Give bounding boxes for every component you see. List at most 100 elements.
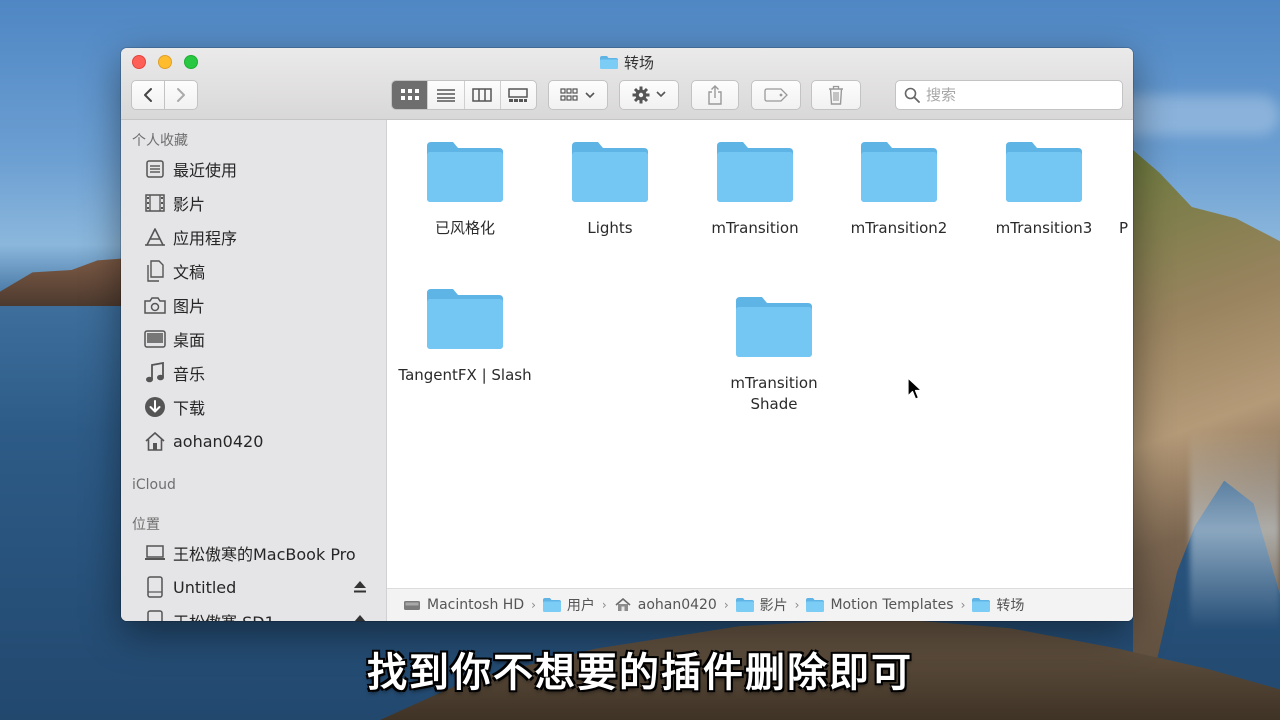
- sidebar-item-movies[interactable]: 影片: [143, 188, 205, 218]
- sidebar-item-label: 图片: [173, 297, 206, 316]
- chevron-right-icon: ›: [723, 598, 729, 612]
- folder-label: mTransition Shade: [730, 374, 818, 413]
- sidebar-item-label: 音乐: [173, 365, 206, 384]
- desktop-surf: [1190, 430, 1280, 630]
- recents-icon: [143, 157, 167, 181]
- home-icon: [143, 429, 167, 453]
- icon-view-button[interactable]: [392, 81, 429, 109]
- gear-icon: [632, 86, 666, 104]
- sidebar-item-label: 应用程序: [173, 229, 238, 248]
- folder-icon: [972, 598, 991, 612]
- view-mode-segmented-control: [391, 80, 537, 110]
- desktop-island: [0, 258, 130, 306]
- search-input[interactable]: [926, 86, 1116, 104]
- favorites-header: 个人收藏: [132, 133, 188, 149]
- sidebar-item-pictures[interactable]: 图片: [143, 290, 205, 320]
- eject-icon[interactable]: [353, 614, 367, 621]
- sidebar-item-downloads[interactable]: 下载: [143, 392, 205, 422]
- chevron-right-icon: [177, 88, 185, 102]
- column-view-button[interactable]: [465, 81, 501, 109]
- sidebar-item-label: 影片: [173, 195, 206, 214]
- downloads-icon: [143, 395, 167, 419]
- title-folder-icon: [599, 56, 618, 69]
- folder-item[interactable]: mTransition: [685, 140, 825, 239]
- path-crumb-label: Macintosh HD: [427, 597, 525, 613]
- tags-button[interactable]: [751, 80, 801, 110]
- search-field[interactable]: [895, 80, 1123, 110]
- back-button[interactable]: [131, 80, 165, 110]
- icloud-header: iCloud: [132, 477, 176, 493]
- documents-icon: [143, 259, 167, 283]
- folder-label: P: [1119, 219, 1129, 237]
- locations-header: 位置: [132, 517, 160, 533]
- sidebar-item-label: 王松傲寒的MacBook Pro: [173, 545, 356, 564]
- gallery-icon: [508, 88, 529, 102]
- video-subtitle: 找到你不想要的插件删除即可: [367, 650, 913, 696]
- sidebar-item-macbook[interactable]: 王松傲寒的MacBook Pro: [143, 538, 356, 568]
- group-grid-icon: [560, 88, 595, 101]
- sidebar-item-untitled[interactable]: Untitled: [143, 572, 236, 602]
- path-crumb-label: 用户: [566, 598, 595, 614]
- finder-window: 转场 搜索 个人收藏 最近使用 影片 应用程序 文稿 图片 桌面 音乐 下载 a…: [121, 48, 1133, 621]
- folder-item[interactable]: mTransition Shade: [704, 295, 844, 415]
- folder-label: mTransition3: [995, 219, 1093, 237]
- share-icon: [708, 85, 722, 105]
- path-crumb-movies[interactable]: 影片 ›: [735, 595, 807, 615]
- sidebar-item-home[interactable]: aohan0420: [143, 426, 263, 456]
- list-view-button[interactable]: [428, 81, 465, 109]
- group-by-button[interactable]: [548, 80, 608, 110]
- folder-icon: [427, 289, 503, 349]
- folder-icon: [572, 142, 648, 202]
- folder-item-partial[interactable]: P: [1119, 140, 1133, 239]
- movies-icon: [143, 191, 167, 215]
- folder-label: 已风格化: [434, 219, 495, 237]
- path-crumb-users[interactable]: 用户 ›: [542, 595, 614, 615]
- sidebar-item-label: 最近使用: [173, 161, 238, 180]
- folder-icon: [806, 598, 825, 612]
- drive-icon: [143, 609, 167, 621]
- folder-icon: [427, 142, 503, 202]
- eject-icon[interactable]: [353, 580, 367, 594]
- search-icon: [904, 87, 920, 103]
- share-button[interactable]: [691, 80, 739, 110]
- path-crumb-motion-templates[interactable]: Motion Templates ›: [806, 597, 972, 613]
- path-crumb-label: 转场: [996, 598, 1025, 614]
- action-button[interactable]: [619, 80, 679, 110]
- sidebar-item-documents[interactable]: 文稿: [143, 256, 205, 286]
- trash-icon: [829, 85, 843, 105]
- path-crumb-macintosh-hd[interactable]: Macintosh HD ›: [403, 597, 543, 613]
- music-icon: [143, 361, 167, 385]
- folder-label: mTransition: [711, 219, 799, 237]
- applications-icon: [143, 225, 167, 249]
- path-bar: Macintosh HD › 用户 › aohan0420 › 影片 › Mot…: [387, 588, 1133, 621]
- sidebar-item-sd-card[interactable]: 王松傲寒 SD1: [143, 606, 275, 621]
- forward-button[interactable]: [164, 80, 198, 110]
- laptop-icon: [143, 541, 167, 565]
- sidebar-item-label: aohan0420: [173, 431, 264, 451]
- path-crumb-home[interactable]: aohan0420 ›: [614, 597, 736, 613]
- folder-label: TangentFX | Slash: [398, 366, 532, 384]
- folder-icon: [1006, 142, 1082, 202]
- path-crumb-transitions[interactable]: 转场: [972, 595, 1024, 615]
- tag-icon: [764, 88, 788, 102]
- hard-drive-icon: [404, 601, 420, 610]
- file-icon-grid: 已风格化 Lights mTransition mTransition2 mTr…: [387, 120, 1133, 588]
- folder-item[interactable]: Lights: [540, 140, 680, 239]
- sidebar: 个人收藏 最近使用 影片 应用程序 文稿 图片 桌面 音乐 下载 aohan04…: [121, 120, 387, 621]
- gallery-view-button[interactable]: [501, 81, 536, 109]
- chevron-left-icon: [144, 88, 152, 102]
- folder-item[interactable]: 已风格化: [395, 140, 535, 239]
- sidebar-item-music[interactable]: 音乐: [143, 358, 205, 388]
- sidebar-item-applications[interactable]: 应用程序: [143, 222, 237, 252]
- sidebar-item-recents[interactable]: 最近使用: [143, 154, 237, 184]
- chevron-right-icon: ›: [794, 598, 800, 612]
- title-bar: 转场: [121, 48, 1133, 120]
- sidebar-item-label: 文稿: [173, 263, 206, 282]
- delete-button[interactable]: [811, 80, 861, 110]
- pictures-icon: [143, 293, 167, 317]
- chevron-right-icon: ›: [960, 598, 966, 612]
- folder-item[interactable]: mTransition3: [974, 140, 1114, 239]
- folder-item[interactable]: mTransition2: [829, 140, 969, 239]
- sidebar-item-desktop[interactable]: 桌面: [143, 324, 205, 354]
- folder-item[interactable]: TangentFX | Slash: [395, 287, 535, 386]
